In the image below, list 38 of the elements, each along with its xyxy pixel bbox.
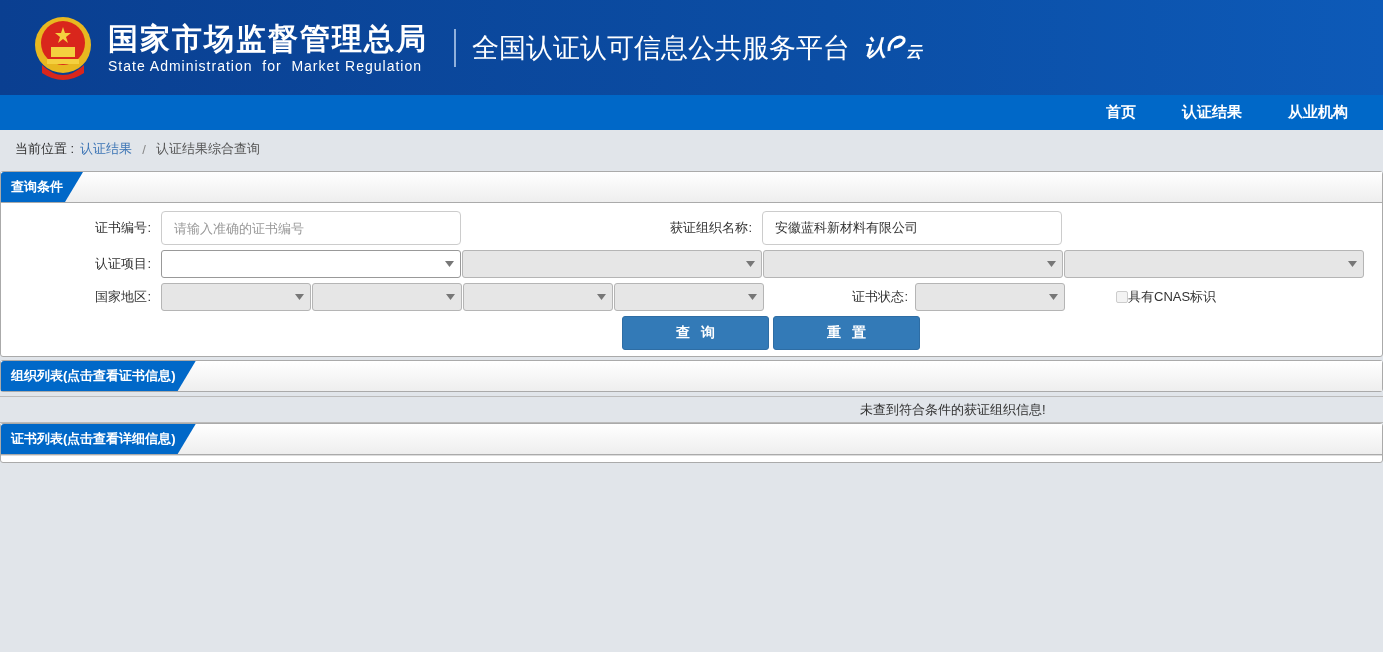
breadcrumb-link[interactable]: 认证结果 [80, 140, 133, 158]
dropdown-caret-icon [1348, 261, 1357, 267]
field-label: 认证项目: [94, 255, 152, 273]
dropdown-caret-icon [445, 261, 454, 267]
reset-button[interactable]: 重置 [773, 316, 920, 350]
logo-text: 云 [906, 41, 922, 62]
dropdown-caret-icon [1047, 261, 1056, 267]
panel-title: 查询条件 [1, 172, 83, 202]
nav-link[interactable]: 首页 [1091, 103, 1151, 122]
breadcrumb-prefix: 当前位置 : [15, 140, 75, 158]
checkbox[interactable] [1116, 291, 1128, 303]
certificate-number-field[interactable]: 请输入准确的证书编号 [161, 211, 461, 245]
search-button[interactable]: 查询 [622, 316, 769, 350]
logo-text: 认 [864, 33, 886, 62]
agency-name-english: State Administration for Market Regulation [108, 57, 424, 74]
field-label: 证书状态: [851, 288, 909, 306]
dropdown-caret-icon [746, 261, 755, 267]
agency-name: 国家市场监督管理总局 [108, 21, 428, 56]
empty-message: 未查到符合条件的获证组织信息! [860, 400, 1046, 419]
field-label: 证书编号: [94, 219, 152, 237]
dropdown-select[interactable] [161, 250, 461, 278]
checkbox-label: 具有CNAS标识 [1128, 288, 1217, 306]
organization-name-field[interactable]: 安徽蓝科新材料有限公司 [762, 211, 1062, 245]
field-label: 国家地区: [94, 288, 152, 306]
dropdown-caret-icon [748, 294, 757, 300]
field-label: 获证组织名称: [669, 219, 753, 237]
nav-link[interactable]: 认证结果 [1167, 103, 1257, 122]
dropdown-caret-icon [295, 294, 304, 300]
dropdown-caret-icon [597, 294, 606, 300]
breadcrumb-separator: / [142, 141, 146, 157]
nav-link[interactable]: 从业机构 [1273, 103, 1363, 122]
platform-title: 全国认证认可信息公共服务平台 [472, 31, 850, 65]
national-emblem-icon [32, 14, 94, 81]
panel-title: 组织列表(点击查看证书信息) [1, 361, 196, 391]
dropdown-caret-icon [1049, 294, 1058, 300]
breadcrumb-current: 认证结果综合查询 [155, 140, 260, 158]
dropdown-caret-icon [446, 294, 455, 300]
panel-title: 证书列表(点击查看详细信息) [1, 424, 196, 454]
